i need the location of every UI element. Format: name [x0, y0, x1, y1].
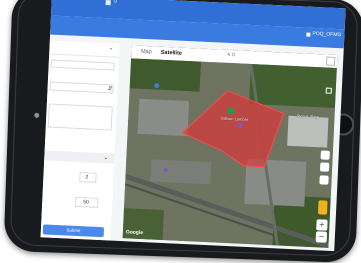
select-field[interactable]: ⇵: [49, 81, 114, 94]
map-panel[interactable]: Map Satellite ✎ ☐ Stop & Shop Edison Lum…: [122, 45, 338, 248]
map-ctrl-a-icon[interactable]: [320, 150, 330, 160]
map-trees-ne: [249, 63, 337, 108]
section-header-2[interactable]: ⌄: [44, 150, 115, 164]
map-place-label-1: Stop & Shop: [296, 113, 320, 120]
map-trees-nw: [129, 58, 201, 92]
map-tab[interactable]: Map: [135, 48, 157, 58]
chevron-up-icon[interactable]: ⌃: [108, 47, 113, 54]
satellite-map[interactable]: [122, 58, 337, 248]
number-input-1[interactable]: 2: [79, 172, 97, 183]
section-header[interactable]: ⌃: [49, 43, 120, 58]
number-input-2[interactable]: 50: [75, 196, 99, 208]
user-icon: [306, 32, 311, 37]
zoom-in-button[interactable]: +: [316, 219, 328, 231]
number-input-1-value: 2: [85, 174, 89, 181]
google-logo: Google: [125, 229, 144, 237]
map-parking-sw: [150, 159, 212, 185]
select-caret-icon: ⇵: [107, 86, 113, 93]
map-ctrl-c-icon[interactable]: [319, 175, 329, 185]
textarea-field[interactable]: [47, 103, 113, 131]
tablet-screen: 0 POQ_OFMG ⌃ ⇵ ⌄ 2 50 Submit Map Satelli…: [40, 0, 346, 252]
chevron-down-icon[interactable]: ⌄: [103, 154, 108, 161]
map-building-e: [287, 115, 329, 148]
satellite-tab[interactable]: Satellite: [157, 49, 185, 59]
map-building-w: [137, 98, 190, 137]
form-panel: ⌃ ⇵ ⌄ 2 50 Submit: [40, 40, 120, 241]
zoom-out-button[interactable]: −: [315, 231, 328, 243]
tablet-device: 0 POQ_OFMG ⌃ ⇵ ⌄ 2 50 Submit Map Satelli…: [3, 0, 361, 263]
user-label[interactable]: POQ_OFMG: [312, 31, 341, 38]
fullscreen-icon[interactable]: [325, 56, 336, 66]
fullscreen-icon-right[interactable]: [325, 87, 332, 94]
map-ctrl-b-icon[interactable]: [319, 162, 330, 172]
brand-label: 0: [113, 0, 118, 5]
number-input-2-value: 50: [83, 199, 89, 206]
submit-button[interactable]: Submit: [42, 224, 105, 238]
text-field[interactable]: [50, 59, 115, 71]
drawing-tool-icon[interactable]: ✎ ☐: [227, 52, 241, 59]
street-view-pegman-icon[interactable]: [317, 200, 328, 215]
brand-icon: [105, 0, 111, 6]
